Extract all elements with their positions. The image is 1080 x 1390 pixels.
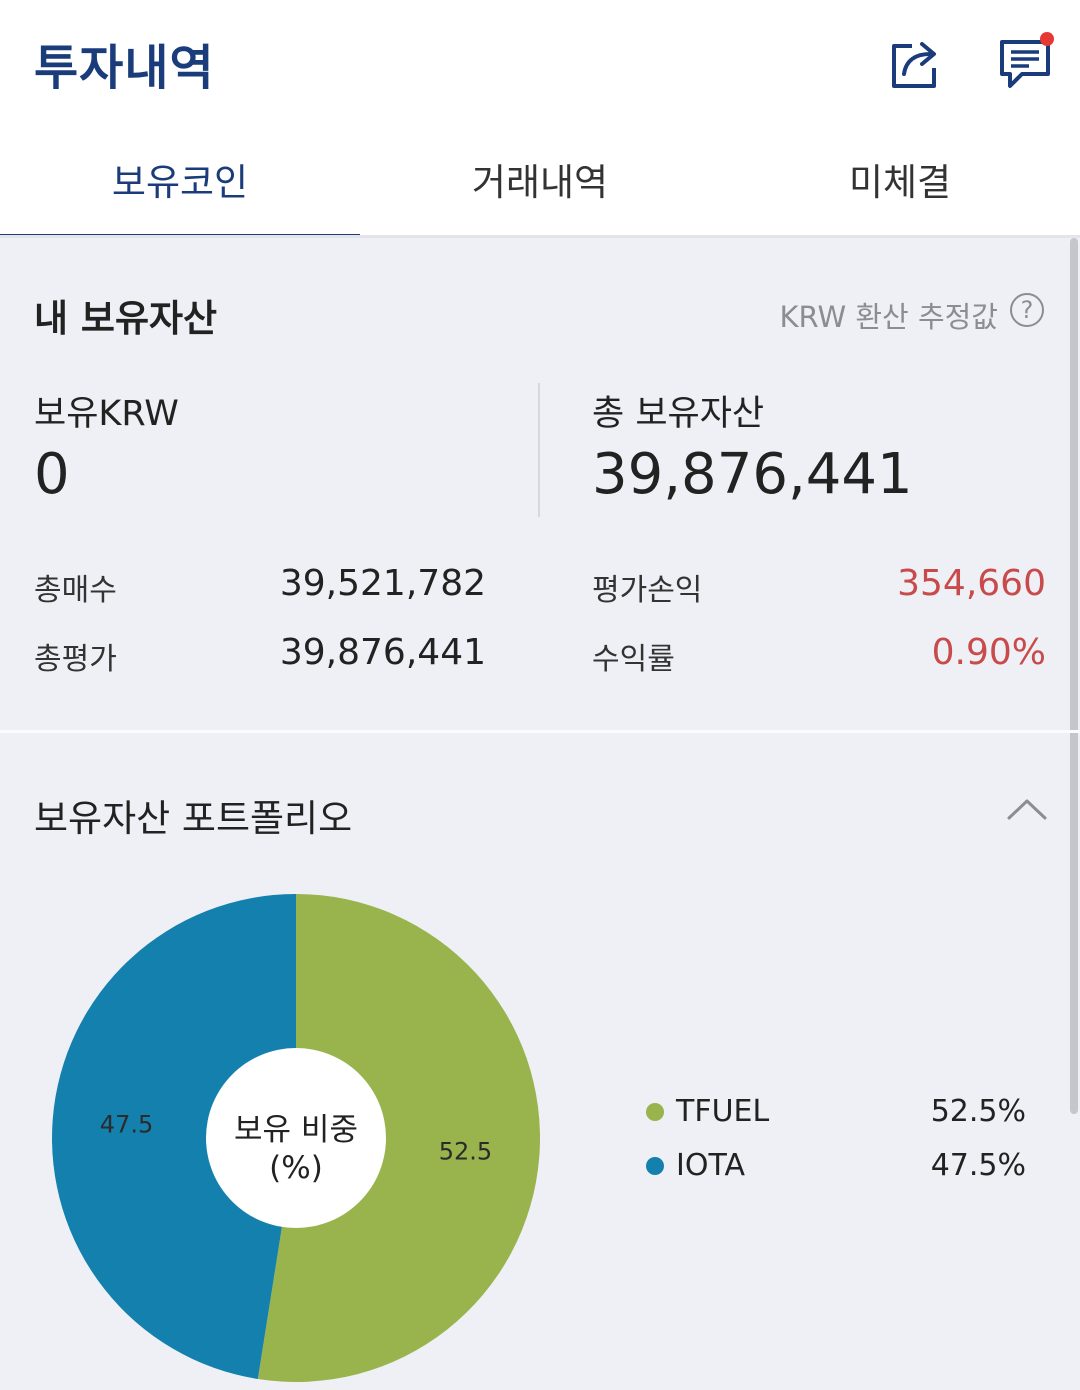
slice-label-tfuel: 52.5: [439, 1137, 492, 1165]
total-buy-value: 39,521,782: [279, 563, 486, 604]
legend-dot-iota: [646, 1157, 664, 1175]
total-eval-value: 39,876,441: [279, 632, 486, 673]
slice-label-iota: 47.5: [100, 1111, 153, 1139]
help-icon[interactable]: ?: [1010, 293, 1044, 327]
share-icon[interactable]: [888, 34, 946, 92]
legend-percent: 47.5%: [930, 1148, 1026, 1183]
total-assets-value: 39,876,441: [592, 442, 913, 507]
tab-holdings[interactable]: 보유코인: [0, 130, 360, 235]
tab-divider: [0, 235, 1080, 238]
pnl-value: 354,660: [897, 563, 1046, 604]
portfolio-donut-chart: 보유 비중 (%) 52.5 47.5: [52, 894, 541, 1382]
donut-center-label-2: (%): [269, 1150, 323, 1186]
notification-dot: [1040, 32, 1054, 46]
legend-dot-tfuel: [646, 1103, 664, 1121]
legend-item-tfuel: TFUEL 52.5%: [646, 1092, 1046, 1132]
total-assets-label: 총 보유자산: [592, 394, 765, 434]
legend-name: IOTA: [676, 1148, 745, 1183]
tab-bar: 보유코인 거래내역 미체결: [0, 130, 1080, 238]
section-separator: [0, 730, 1080, 733]
scrollbar[interactable]: [1070, 238, 1078, 1114]
tab-transactions[interactable]: 거래내역: [360, 130, 720, 235]
legend-percent: 52.5%: [930, 1094, 1026, 1129]
return-label: 수익률: [592, 642, 675, 677]
chevron-up-icon[interactable]: [1006, 796, 1048, 822]
legend-name: TFUEL: [676, 1094, 770, 1129]
header: 투자내역 보유코인 거래내역 미체결: [0, 0, 1080, 238]
page-title: 투자내역: [34, 40, 215, 96]
my-assets-title: 내 보유자산: [34, 297, 218, 340]
donut-center-label-1: 보유 비중: [234, 1112, 358, 1148]
column-divider: [538, 383, 540, 517]
total-eval-label: 총평가: [34, 642, 117, 677]
held-krw-label: 보유KRW: [34, 394, 179, 434]
portfolio-title: 보유자산 포트폴리오: [34, 797, 353, 840]
krw-estimate-note: KRW 환산 추정값: [779, 300, 998, 334]
total-buy-label: 총매수: [34, 573, 117, 608]
tab-pending-orders[interactable]: 미체결: [720, 130, 1080, 235]
legend-item-iota: IOTA 47.5%: [646, 1146, 1046, 1186]
held-krw-value: 0: [34, 442, 70, 507]
return-value: 0.90%: [931, 632, 1046, 673]
pnl-label: 평가손익: [592, 573, 703, 608]
